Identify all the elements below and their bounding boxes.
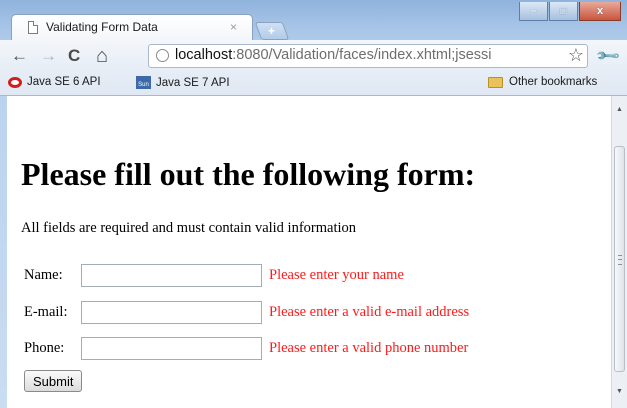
sun-icon: Sun [136, 76, 151, 89]
forward-icon[interactable]: → [40, 46, 57, 66]
page-icon [28, 21, 38, 34]
plus-icon: + [268, 24, 276, 38]
url-host: localhost [175, 47, 233, 63]
back-icon[interactable]: ← [11, 46, 28, 66]
bookmark-java-se-6[interactable]: Java SE 6 API [8, 76, 101, 88]
vertical-scrollbar[interactable]: ▲ ▼ [611, 96, 627, 408]
home-icon[interactable]: ⌂ [96, 46, 108, 66]
tab-title: Validating Form Data [46, 20, 158, 34]
tab-close-icon[interactable]: × [230, 20, 237, 34]
url-path: :8080/Validation/faces/index.xhtml;jsess… [232, 47, 492, 63]
folder-icon [488, 76, 503, 88]
email-label: E-mail: [24, 304, 68, 320]
bookmark-label: Java SE 7 API [156, 76, 230, 89]
scroll-up-icon[interactable]: ▲ [616, 106, 623, 113]
window-controls: – □ x [518, 2, 621, 21]
close-icon: x [596, 5, 604, 17]
reload-icon[interactable]: C [68, 46, 80, 66]
submit-button[interactable]: Submit [24, 370, 83, 392]
scroll-down-icon[interactable]: ▼ [616, 388, 623, 395]
minimize-icon: – [530, 5, 537, 17]
name-input[interactable] [81, 264, 262, 287]
phone-label: Phone: [24, 340, 65, 356]
page-content: Please fill out the following form: All … [7, 96, 611, 408]
close-window-button[interactable]: x [579, 2, 621, 21]
other-bookmarks-label: Other bookmarks [509, 76, 598, 88]
globe-icon [156, 49, 169, 62]
address-bar[interactable]: localhost:8080/Validation/faces/index.xh… [148, 44, 588, 68]
email-error: Please enter a valid e-mail address [269, 304, 470, 320]
page-heading: Please fill out the following form: [21, 156, 476, 192]
bookmarks-bar: Java SE 6 API Sun Java SE 7 API Other bo… [0, 72, 627, 96]
oracle-icon [8, 76, 22, 88]
browser-window: – □ x Validating Form Data × + ← → C ⌂ l… [0, 0, 627, 408]
navigation-toolbar: ← → C ⌂ localhost:8080/Validation/faces/… [0, 40, 627, 72]
scroll-thumb[interactable] [614, 146, 625, 372]
wrench-icon[interactable]: 🔧 [594, 42, 622, 70]
name-error: Please enter your name [269, 267, 404, 283]
maximize-button[interactable]: □ [549, 2, 578, 21]
bookmark-star-icon[interactable]: ☆ [568, 45, 584, 66]
phone-error: Please enter a valid phone number [269, 340, 469, 356]
url-text[interactable]: localhost:8080/Validation/faces/index.xh… [175, 47, 563, 63]
email-input[interactable] [81, 301, 262, 324]
other-bookmarks[interactable]: Other bookmarks [488, 76, 597, 88]
maximize-icon: □ [560, 5, 567, 17]
name-label: Name: [24, 267, 63, 283]
bookmark-label: Java SE 6 API [27, 76, 101, 88]
minimize-button[interactable]: – [519, 2, 548, 21]
grip-icon [618, 255, 622, 265]
form-instructions: All fields are required and must contain… [21, 220, 357, 236]
phone-input[interactable] [81, 337, 262, 360]
tab-validating-form-data[interactable]: Validating Form Data × [11, 14, 253, 40]
bookmark-java-se-7[interactable]: Sun Java SE 7 API [136, 76, 230, 89]
